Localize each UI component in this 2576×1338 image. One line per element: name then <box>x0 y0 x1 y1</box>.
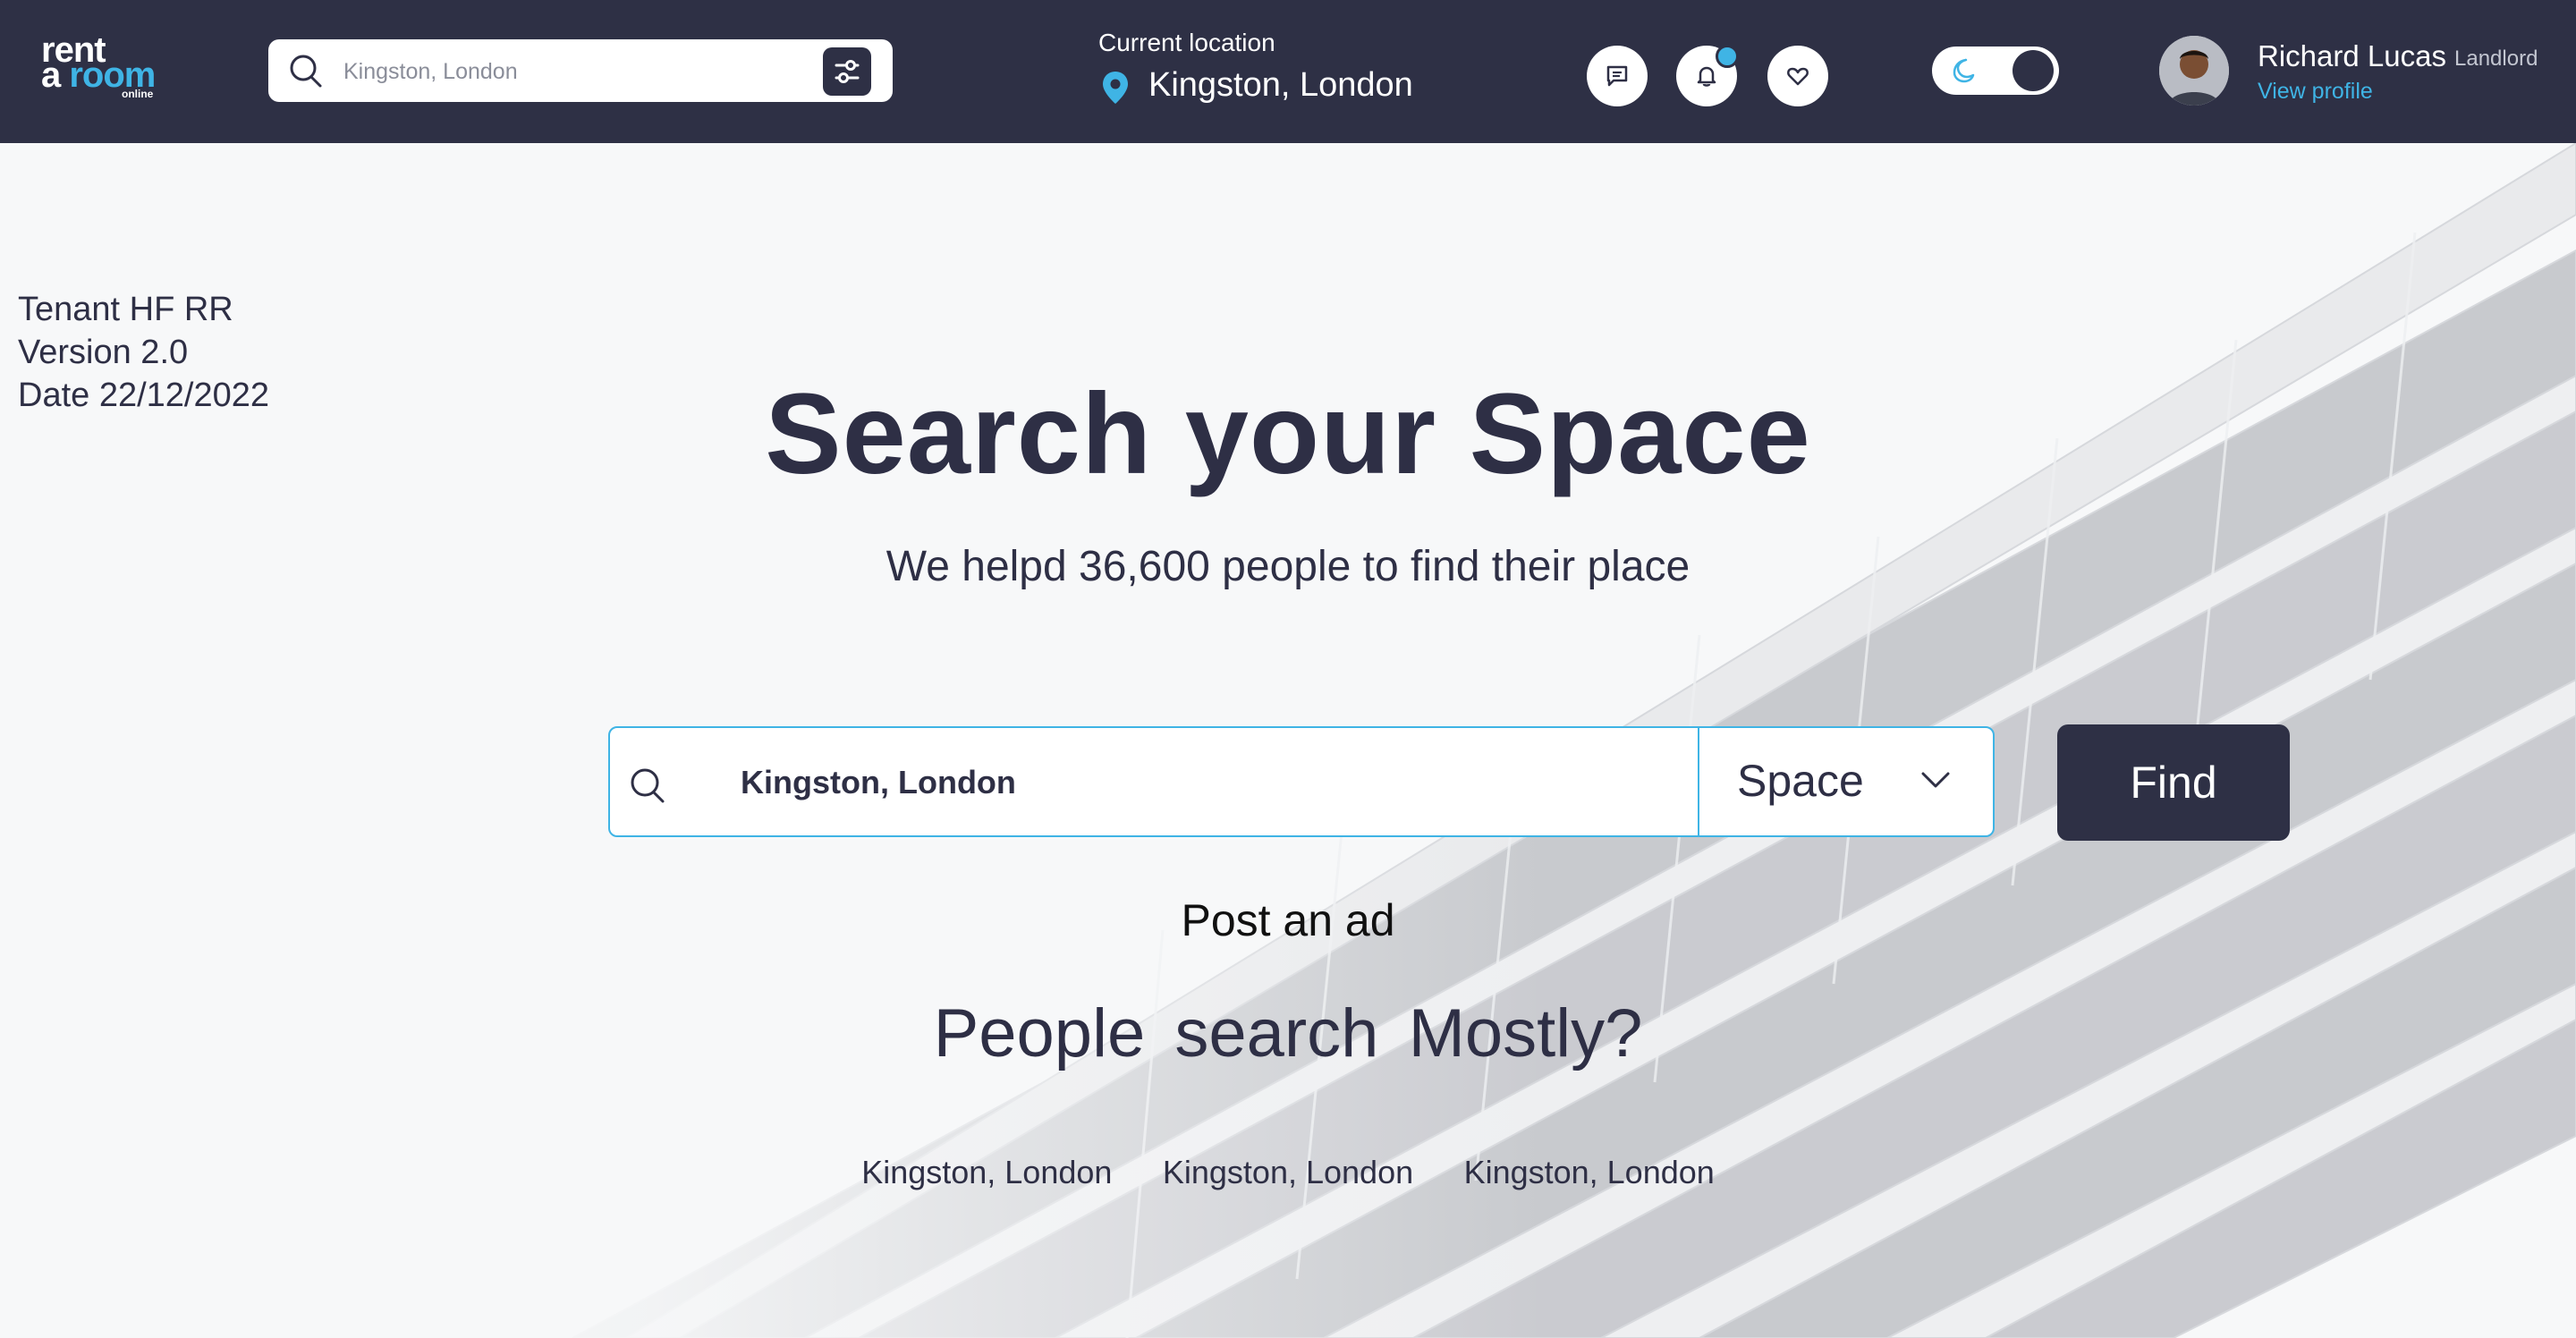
dark-mode-toggle[interactable] <box>1932 47 2059 95</box>
chevron-down-icon <box>1921 772 1950 788</box>
post-an-ad-link[interactable]: Post an ad <box>0 894 2576 946</box>
search-icon <box>631 768 665 803</box>
space-type-selected: Space <box>1737 756 1864 806</box>
hero-title: Search your Space <box>765 370 1811 498</box>
messages-button[interactable] <box>1587 46 1648 106</box>
moon-icon <box>1953 58 1975 83</box>
header-search-input[interactable]: Kingston, London <box>343 59 518 85</box>
filter-icon <box>835 60 860 83</box>
find-button[interactable]: Find <box>2057 724 2290 841</box>
rent-a-room-logo[interactable]: rent a room online <box>39 30 165 113</box>
avatar[interactable] <box>2159 36 2229 106</box>
filter-button[interactable] <box>823 47 871 96</box>
view-profile-link[interactable]: View profile <box>2258 79 2373 105</box>
favorites-button[interactable] <box>1767 46 1828 106</box>
current-location-value[interactable]: Kingston, London <box>1148 66 1413 105</box>
header-search-bar[interactable]: Kingston, London <box>268 39 893 102</box>
toggle-knob <box>2012 50 2054 91</box>
popular-search-item[interactable]: Kingston, London <box>1163 1154 1413 1191</box>
popular-searches: Kingston, London Kingston, London Kingst… <box>0 1154 2576 1191</box>
user-role: Landlord <box>2454 47 2538 71</box>
popular-search-item[interactable]: Kingston, London <box>861 1154 1112 1191</box>
top-navbar: rent a room online Kingston, London Curr… <box>0 0 2576 143</box>
hero-subtitle: We helpd 36,600 people to find their pla… <box>886 543 1690 590</box>
space-type-select[interactable]: Space <box>1698 726 1995 837</box>
main-search-input[interactable]: Kingston, London <box>741 764 1016 801</box>
logo-line-3: online <box>122 88 154 100</box>
meta-line-2: Version 2.0 <box>18 334 189 371</box>
user-name: Richard Lucas <box>2258 39 2446 72</box>
bell-icon <box>1697 66 1716 87</box>
main-search-bar[interactable]: Kingston, London Space <box>608 726 1995 837</box>
user-avatar-image <box>2159 36 2229 106</box>
location-pin-icon <box>1103 72 1128 104</box>
meta-line-1: Tenant HF RR <box>18 291 233 328</box>
search-icon <box>290 55 322 88</box>
popular-search-item[interactable]: Kingston, London <box>1464 1154 1715 1191</box>
people-search-title: People search Mostly? <box>933 995 1643 1071</box>
notification-badge <box>1716 45 1739 68</box>
logo-line-2-a: a <box>41 55 70 95</box>
heart-icon <box>1787 67 1809 86</box>
current-location-label: Current location <box>1098 29 1275 56</box>
chat-icon <box>1606 65 1628 87</box>
